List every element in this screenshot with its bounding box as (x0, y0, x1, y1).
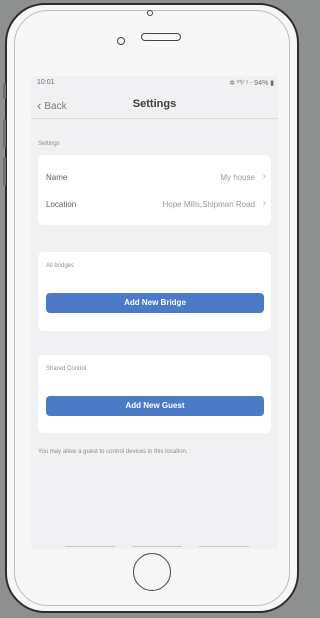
tab-indicator-right (199, 546, 249, 547)
status-time: 10:01 (37, 79, 55, 86)
shared-control-section-label: Shared Control (46, 366, 87, 372)
guest-footer-note: You may allow a guest to control devices… (38, 449, 188, 455)
silent-switch (3, 83, 6, 99)
shared-control-card: Shared Control Add New Guest (38, 355, 271, 433)
name-row[interactable]: Name My house › (38, 165, 271, 189)
volume-up-button (3, 119, 6, 148)
add-new-guest-button[interactable]: Add New Guest (46, 396, 264, 416)
screen: 10:01 ✲ ⁰⁰⁄ ⁵ ᐧ 94% ▮ ‹ Back Settings Set… (31, 76, 278, 549)
bridges-card: All bridges Add New Bridge (38, 252, 271, 331)
location-row[interactable]: Location Hope Mills,Shipman Road › (38, 192, 271, 216)
tab-indicator-left (65, 546, 115, 547)
location-row-value: Hope Mills,Shipman Road (162, 200, 256, 209)
page-title: Settings (132, 98, 177, 110)
front-camera (147, 10, 153, 16)
tab-indicator-middle (132, 546, 182, 547)
location-row-label: Location (46, 200, 77, 209)
earpiece-speaker (141, 33, 181, 41)
tab-bar-indicator (31, 546, 278, 549)
navigation-bar: ‹ Back Settings (31, 90, 278, 116)
name-row-label: Name (46, 173, 68, 182)
status-icons: ✲ ⁰⁰⁄ ⁵ ᐧ 94% ▮ (229, 80, 274, 87)
navbar-divider (31, 118, 278, 119)
home-button[interactable] (133, 553, 171, 591)
bridges-section-label: All bridges (46, 263, 75, 269)
volume-down-button (3, 157, 6, 186)
add-new-bridge-button[interactable]: Add New Bridge (46, 293, 264, 313)
chevron-right-icon: › (262, 198, 266, 209)
settings-card: Name My house › Location Hope Mills,Ship… (38, 155, 271, 225)
proximity-sensor (117, 37, 125, 45)
chevron-right-icon: › (262, 171, 266, 182)
name-row-value: My house (220, 173, 255, 182)
settings-section-label: Settings (38, 141, 60, 147)
status-bar: 10:01 ✲ ⁰⁰⁄ ⁵ ᐧ 94% ▮ (31, 76, 278, 90)
